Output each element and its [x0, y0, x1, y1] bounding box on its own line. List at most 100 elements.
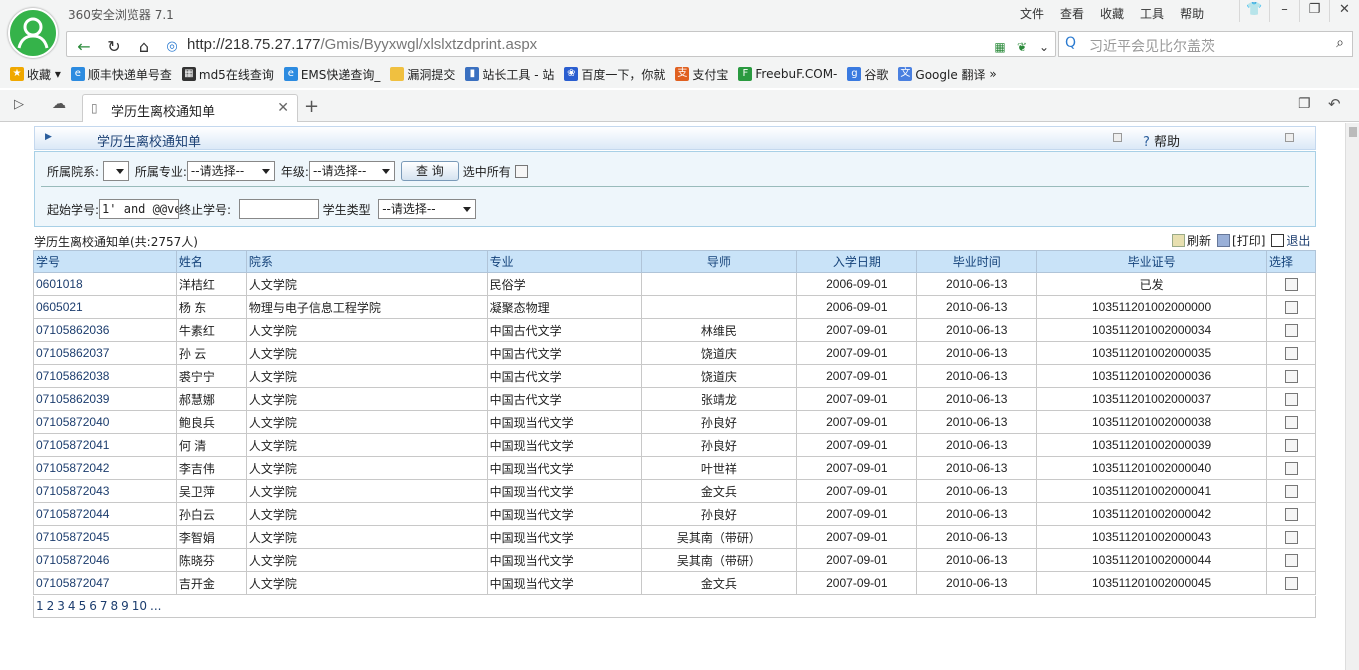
end-id-input[interactable] [238, 199, 319, 219]
col-header-enroll-date[interactable]: 入学日期 [796, 250, 918, 273]
page-link[interactable]: ... [150, 599, 161, 613]
undo-icon[interactable]: ↶ [1328, 95, 1341, 113]
cell-student-id[interactable]: 0605021 [33, 295, 177, 319]
skin-icon[interactable]: 👕 [1239, 0, 1269, 22]
cell-student-id[interactable]: 07105862038 [33, 364, 177, 388]
menu-help[interactable]: 帮助 [1180, 5, 1204, 22]
major-select[interactable]: --请选择-- [186, 161, 275, 181]
bookmark-chinaz[interactable]: ▮ 站长工具 - 站 [465, 66, 554, 83]
refresh-link[interactable]: 刷新 [1172, 232, 1211, 249]
bookmark-sf[interactable]: e 顺丰快递单号查 [70, 66, 172, 83]
col-header-advisor[interactable]: 导师 [640, 250, 798, 273]
address-bar[interactable]: ← ↻ ⌂ ◎ http://218.75.27.177/Gmis/Byyxwg… [66, 31, 1056, 57]
menu-view[interactable]: 查看 [1060, 5, 1084, 22]
cell-student-id[interactable]: 0601018 [33, 272, 177, 296]
col-header-id[interactable]: 学号 [33, 250, 177, 273]
cell-student-id[interactable]: 07105872044 [33, 502, 177, 526]
url-text[interactable]: http://218.75.27.177/Gmis/Byyxwgl/xlslxt… [187, 36, 537, 53]
col-header-cert-no[interactable]: 毕业证号 [1036, 250, 1267, 273]
page-link[interactable]: 4 [68, 599, 76, 613]
new-tab-button[interactable]: + [304, 96, 319, 117]
row-select-checkbox[interactable] [1284, 278, 1298, 292]
col-header-dept[interactable]: 院系 [245, 250, 488, 273]
help-link[interactable]: ? 帮助 [1143, 131, 1180, 150]
row-select-checkbox[interactable] [1284, 531, 1298, 545]
search-box[interactable]: Q 习近平会见比尔盖茨 ⌕ [1058, 31, 1353, 57]
print-link[interactable]: [打印] [1217, 232, 1265, 249]
user-avatar-icon[interactable] [8, 8, 58, 58]
row-select-checkbox[interactable] [1284, 370, 1298, 384]
grade-label: 年级: [280, 164, 309, 179]
row-select-checkbox[interactable] [1284, 347, 1298, 361]
page-link[interactable]: 5 [79, 599, 87, 613]
minimize-button[interactable]: – [1269, 0, 1299, 22]
page-link[interactable]: 10 [132, 599, 147, 613]
tab-current[interactable]: ▯ 学历生离校通知单 ✕ [82, 94, 298, 122]
page-link[interactable]: 6 [89, 599, 97, 613]
cell-student-id[interactable]: 07105872041 [33, 433, 177, 457]
col-header-major[interactable]: 专业 [486, 250, 642, 273]
row-select-checkbox[interactable] [1284, 554, 1298, 568]
chevron-down-icon[interactable]: ⌄ [1031, 36, 1057, 58]
page-link[interactable]: 7 [100, 599, 108, 613]
sidebar-toggle-icon[interactable]: ▷ [14, 97, 24, 112]
cell-student-id[interactable]: 07105862039 [33, 387, 177, 411]
row-select-checkbox[interactable] [1284, 393, 1298, 407]
cell-student-id[interactable]: 07105872045 [33, 525, 177, 549]
col-header-grad-date[interactable]: 毕业时间 [916, 250, 1038, 273]
search-input[interactable]: 习近平会见比尔盖茨 [1089, 36, 1215, 56]
cell-student-id[interactable]: 07105872042 [33, 456, 177, 480]
row-select-checkbox[interactable] [1284, 416, 1298, 430]
page-link[interactable]: 1 [36, 599, 44, 613]
dept-select[interactable] [102, 161, 129, 181]
bookmark-md5[interactable]: ▦ md5在线查询 [181, 66, 274, 83]
maximize-button[interactable]: ❐ [1299, 0, 1329, 22]
home-icon[interactable]: ⌂ [131, 36, 157, 58]
col-header-name[interactable]: 姓名 [175, 250, 247, 273]
vertical-scrollbar[interactable] [1345, 123, 1359, 670]
query-button[interactable]: 查 询 [400, 161, 459, 181]
grade-select[interactable]: --请选择-- [308, 161, 395, 181]
bookmark-alipay[interactable]: 支支付宝 [675, 66, 728, 83]
cell-student-id[interactable]: 07105872043 [33, 479, 177, 503]
close-button[interactable]: ✕ [1329, 0, 1359, 22]
refresh-icon[interactable]: ↻ [101, 36, 127, 58]
restore-tabs-icon[interactable]: ❐ [1298, 96, 1311, 112]
row-select-checkbox[interactable] [1284, 462, 1298, 476]
exit-link[interactable]: 退出 [1271, 232, 1310, 249]
bookmark-baidu[interactable]: ❀ 百度一下，你就 [564, 66, 665, 83]
bookmark-ems[interactable]: e EMS快递查询_ [283, 66, 380, 83]
student-type-select[interactable]: --请选择-- [378, 199, 477, 219]
page-link[interactable]: 9 [121, 599, 129, 613]
bookmark-vuln[interactable]: 漏洞提交 [390, 66, 455, 83]
cell-student-id[interactable]: 07105872046 [33, 548, 177, 572]
row-select-checkbox[interactable] [1284, 324, 1298, 338]
cell-student-id[interactable]: 07105872047 [33, 571, 177, 595]
page-link[interactable]: 3 [57, 599, 65, 613]
bookmark-freebuf[interactable]: F FreebuF.COM- [738, 67, 837, 81]
back-icon[interactable]: ← [71, 36, 97, 58]
row-select-checkbox[interactable] [1284, 301, 1298, 315]
cloud-icon[interactable]: ☁ [52, 96, 66, 112]
page-link[interactable]: 8 [110, 599, 118, 613]
close-tab-icon[interactable]: ✕ [277, 100, 289, 116]
cell-student-id[interactable]: 07105872040 [33, 410, 177, 434]
search-engine-icon[interactable]: Q [1065, 35, 1076, 51]
menu-favorites[interactable]: 收藏 [1100, 5, 1124, 22]
row-select-checkbox[interactable] [1284, 439, 1298, 453]
select-all-checkbox[interactable] [514, 164, 528, 178]
menu-tools[interactable]: 工具 [1140, 5, 1164, 22]
row-select-checkbox[interactable] [1284, 485, 1298, 499]
start-id-input[interactable]: 1' and @@ver [99, 199, 180, 219]
cell-student-id[interactable]: 07105862037 [33, 341, 177, 365]
search-icon[interactable]: ⌕ [1336, 35, 1344, 51]
bookmark-translate[interactable]: 文 Google 翻译 » [898, 66, 997, 83]
scroll-thumb[interactable] [1349, 127, 1357, 137]
cell-student-id[interactable]: 07105862036 [33, 318, 177, 342]
menu-file[interactable]: 文件 [1020, 5, 1044, 22]
page-link[interactable]: 2 [47, 599, 55, 613]
row-select-checkbox[interactable] [1284, 508, 1298, 522]
row-select-checkbox[interactable] [1284, 577, 1298, 591]
bookmark-google[interactable]: g 谷歌 [847, 66, 888, 83]
bookmark-favorites[interactable]: ★ 收藏 ▾ [10, 66, 61, 83]
